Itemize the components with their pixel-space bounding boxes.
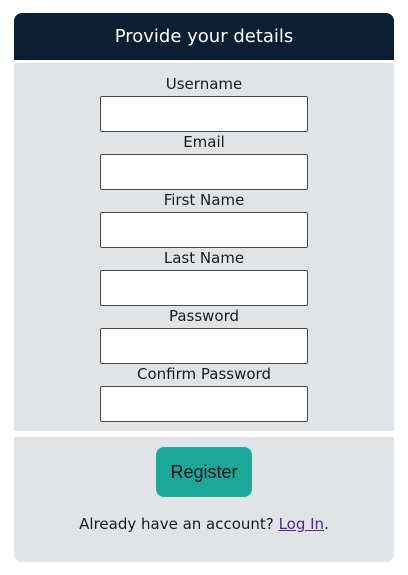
- form-header: Provide your details: [14, 13, 394, 60]
- login-suffix: .: [324, 515, 329, 533]
- register-button[interactable]: Register: [156, 447, 252, 497]
- confirm-password-input[interactable]: [100, 386, 308, 422]
- registration-form: Username Email First Name Last Name Pass…: [14, 63, 394, 431]
- email-label: Email: [183, 133, 225, 151]
- page-title: Provide your details: [114, 26, 294, 47]
- first-name-label: First Name: [163, 191, 245, 209]
- email-input[interactable]: [100, 154, 308, 190]
- login-link[interactable]: Log In: [279, 515, 325, 533]
- confirm-password-label: Confirm Password: [137, 365, 271, 383]
- password-input[interactable]: [100, 328, 308, 364]
- username-label: Username: [165, 75, 243, 93]
- username-input[interactable]: [100, 96, 308, 132]
- login-prompt-line: Already have an account? Log In.: [14, 515, 394, 533]
- last-name-input[interactable]: [100, 270, 308, 306]
- login-prompt-text: Already have an account?: [79, 515, 274, 533]
- password-label: Password: [168, 307, 240, 325]
- first-name-input[interactable]: [100, 212, 308, 248]
- form-footer: Register Already have an account? Log In…: [14, 437, 394, 562]
- last-name-label: Last Name: [163, 249, 245, 267]
